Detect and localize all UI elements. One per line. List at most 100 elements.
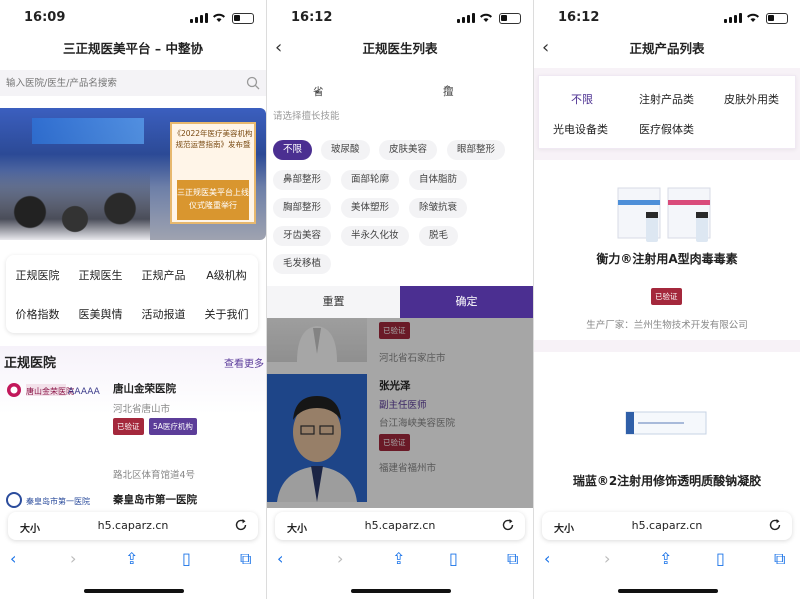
browser-toolbar: ‹ › ⇪ ▯ ⧉ — [0, 545, 266, 573]
menu-item-a-level[interactable]: A级机构 — [206, 267, 247, 283]
status-bar: 16:12 — [534, 0, 800, 36]
chevron-left-icon[interactable]: ‹ — [542, 36, 549, 60]
tag-makeup[interactable]: 半永久化妆 — [341, 226, 409, 246]
home-indicator — [618, 589, 718, 593]
status-bar: 16:12 — [267, 0, 533, 36]
wifi-icon — [747, 13, 759, 22]
doctor-name[interactable]: 张光泽 — [379, 378, 411, 393]
hospital-name[interactable]: 唐山金荣医院 — [113, 381, 176, 396]
doctor-photo[interactable] — [267, 374, 367, 502]
tag-body[interactable]: 美体塑形 — [341, 198, 400, 218]
menu-item-products[interactable]: 正规产品 — [142, 267, 186, 283]
page-title: 正规产品列表 — [629, 41, 705, 56]
tag-skin[interactable]: 皮肤美容 — [379, 140, 438, 160]
category-injection[interactable]: 注射产品类 — [639, 91, 694, 107]
product-card[interactable]: 衡力®注射用A型肉毒毒素 已验证 生产厂家：兰州生物技术开发有限公司 — [534, 160, 800, 340]
signal-icon — [190, 13, 208, 23]
confirm-button[interactable]: 确定 — [400, 286, 533, 318]
search-icon[interactable] — [246, 76, 260, 90]
url-text[interactable]: h5.caparz.cn — [8, 519, 258, 532]
signal-icon — [724, 13, 742, 23]
category-all[interactable]: 不限 — [571, 91, 593, 107]
tabs-icon[interactable]: ⧉ — [507, 549, 518, 569]
product-image — [617, 187, 711, 242]
menu-item-events[interactable]: 活动报道 — [142, 306, 186, 322]
menu-item-price-index[interactable]: 价格指数 — [16, 306, 60, 322]
banner-audience-photo — [0, 170, 150, 240]
search-bar[interactable] — [0, 70, 266, 96]
event-banner[interactable]: 《2022年医疗美容机构规范运营指南》发布暨 三正规医美平台上线仪式隆重举行 — [0, 108, 266, 240]
forward-icon[interactable]: › — [70, 549, 76, 568]
share-icon[interactable]: ⇪ — [125, 549, 138, 568]
wifi-icon — [480, 13, 492, 22]
chevron-left-icon[interactable]: ‹ — [275, 36, 282, 60]
tag-eye[interactable]: 眼部整形 — [447, 140, 506, 160]
category-topical[interactable]: 皮肤外用类 — [724, 91, 779, 107]
forward-icon[interactable]: › — [604, 549, 610, 568]
phone-screen-doctors: 16:12 ‹ 正规医生列表 省份 ⌄ 擅长技能 ⌃ 请选择擅长技能 不限 玻尿… — [267, 0, 533, 599]
tag-hair-removal[interactable]: 脱毛 — [419, 226, 459, 246]
section-title: 正规医院 — [4, 356, 57, 371]
tag-hair-transplant[interactable]: 毛发移植 — [273, 254, 332, 274]
tag-fat[interactable]: 自体脂肪 — [409, 170, 468, 190]
url-text[interactable]: h5.caparz.cn — [275, 519, 525, 532]
doctor-hospital: 台江海峡美容医院 — [379, 418, 456, 429]
book-icon[interactable]: ▯ — [449, 549, 458, 568]
book-icon[interactable]: ▯ — [182, 549, 191, 568]
svg-text:AAAAA: AAAAA — [68, 387, 101, 397]
level-badge: 5A医疗机构 — [149, 418, 197, 435]
reset-button[interactable]: 重置 — [267, 286, 400, 318]
category-device[interactable]: 光电设备类 — [553, 121, 608, 137]
doctor-city: 福建省福州市 — [379, 463, 437, 474]
tag-hyaluronic[interactable]: 玻尿酸 — [321, 140, 370, 160]
share-icon[interactable]: ⇪ — [392, 549, 405, 568]
banner-caption-card: 《2022年医疗美容机构规范运营指南》发布暨 三正规医美平台上线仪式隆重举行 — [170, 122, 256, 224]
reload-icon[interactable] — [768, 518, 782, 532]
reload-icon[interactable] — [234, 518, 248, 532]
address-bar[interactable]: 大小 h5.caparz.cn — [8, 512, 258, 540]
tabs-icon[interactable]: ⧉ — [774, 549, 785, 569]
back-icon[interactable]: ‹ — [277, 549, 283, 568]
tag-face[interactable]: 面部轮廓 — [341, 170, 400, 190]
back-icon[interactable]: ‹ — [544, 549, 550, 568]
menu-item-hospitals[interactable]: 正规医院 — [16, 267, 60, 283]
tag-all[interactable]: 不限 — [273, 140, 313, 160]
doctor-photo[interactable] — [267, 318, 367, 362]
url-text[interactable]: h5.caparz.cn — [542, 519, 792, 532]
tag-breast[interactable]: 胸部整形 — [273, 198, 332, 218]
tag-antiaging[interactable]: 除皱抗衰 — [409, 198, 468, 218]
doctor-city: 河北省石家庄市 — [379, 353, 446, 364]
book-icon[interactable]: ▯ — [716, 549, 725, 568]
banner-stage-screen — [32, 118, 144, 144]
share-icon[interactable]: ⇪ — [659, 549, 672, 568]
category-implant[interactable]: 医疗假体类 — [639, 121, 694, 137]
see-more-link[interactable]: 查看更多 — [224, 355, 264, 370]
quick-menu: 正规医院 正规医生 正规产品 A级机构 价格指数 医美舆情 活动报道 关于我们 — [6, 255, 258, 333]
tabs-icon[interactable]: ⧉ — [240, 549, 251, 569]
reload-icon[interactable] — [501, 518, 515, 532]
forward-icon[interactable]: › — [337, 549, 343, 568]
hospital-name[interactable]: 秦皇岛市第一医院 — [113, 492, 197, 507]
chevron-down-icon: ⌄ — [313, 84, 322, 96]
search-input[interactable] — [0, 70, 230, 96]
product-card[interactable]: 瑞蓝®2注射用修饰透明质酸钠凝胶 — [534, 352, 800, 508]
phone-screen-home: 16:09 三正规医美平台 – 中整协 《2022年医疗美容机构规范运营指南》发… — [0, 0, 266, 599]
back-icon[interactable]: ‹ — [10, 549, 16, 568]
signal-icon — [457, 13, 475, 23]
home-indicator — [351, 589, 451, 593]
page-header: ‹ 正规医生列表 — [267, 36, 533, 62]
status-time: 16:12 — [291, 10, 333, 25]
menu-item-doctors[interactable]: 正规医生 — [79, 267, 123, 283]
page-title: 三正规医美平台 – 中整协 — [63, 41, 203, 56]
status-time: 16:12 — [558, 10, 600, 25]
address-bar[interactable]: 大小 h5.caparz.cn — [275, 512, 525, 540]
chevron-up-icon: ⌃ — [443, 84, 452, 96]
tag-teeth[interactable]: 牙齿美容 — [273, 226, 332, 246]
menu-item-about[interactable]: 关于我们 — [205, 306, 249, 322]
tag-nose[interactable]: 鼻部整形 — [273, 170, 332, 190]
phone-screen-products: 16:12 ‹ 正规产品列表 不限 注射产品类 皮肤外用类 光电设备类 医疗假体… — [534, 0, 800, 599]
address-bar[interactable]: 大小 h5.caparz.cn — [542, 512, 792, 540]
product-name: 瑞蓝®2注射用修饰透明质酸钠凝胶 — [572, 474, 762, 488]
banner-highlight: 三正规医美平台上线仪式隆重举行 — [177, 180, 249, 220]
menu-item-opinion[interactable]: 医美舆情 — [79, 306, 123, 322]
